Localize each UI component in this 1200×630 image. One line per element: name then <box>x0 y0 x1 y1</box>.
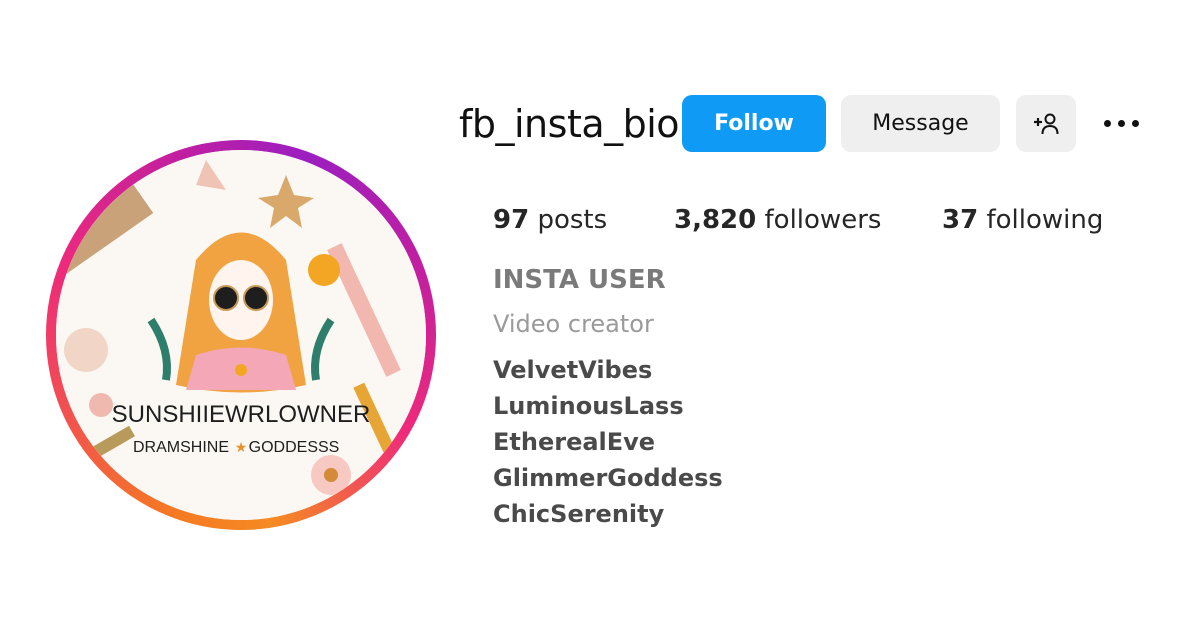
posts-label: posts <box>529 205 608 235</box>
profile-display-name: INSTA USER <box>493 265 666 295</box>
avatar-subtitle-left: DRAMSHINE <box>133 439 229 456</box>
bead-prop <box>89 393 113 417</box>
followers-label: followers <box>756 205 882 235</box>
more-horizontal-icon <box>1100 120 1142 127</box>
message-button[interactable]: Message <box>841 95 1000 152</box>
avatar-illustration: SUNSHIIEWRLOWNER DRAMSHINE ★ GODDESSS <box>56 150 426 520</box>
profile-picture[interactable]: SUNSHIIEWRLOWNER DRAMSHINE ★ GODDESSS <box>56 150 426 520</box>
profile-category: Video creator <box>493 310 654 338</box>
profile-picture-story-ring[interactable]: SUNSHIIEWRLOWNER DRAMSHINE ★ GODDESSS <box>46 140 436 530</box>
followers-count: 3,820 <box>674 205 757 235</box>
avatar-subtitle-star: ★ <box>235 440 248 456</box>
sunglasses <box>213 285 239 311</box>
avatar-subtitle-right: GODDESSS <box>249 439 340 456</box>
bio-line: EtherealEve <box>493 428 656 456</box>
sun-drawing <box>308 254 340 286</box>
follow-button[interactable]: Follow <box>682 95 826 152</box>
profile-stats: 97 posts 3,820 followers 37 following <box>493 205 1103 235</box>
bio-line: VelvetVibes <box>493 356 653 384</box>
followers-stat[interactable]: 3,820 followers <box>674 205 942 235</box>
bead-prop <box>64 328 108 372</box>
profile-username: fb_insta_bio <box>459 102 680 146</box>
following-label: following <box>978 205 1104 235</box>
bio-line: GlimmerGoddess <box>493 464 723 492</box>
bio-line: LuminousLass <box>493 392 684 420</box>
avatar-title: SUNSHIIEWRLOWNER <box>112 401 371 428</box>
bio-line: ChicSerenity <box>493 500 665 528</box>
suggest-user-button[interactable] <box>1016 95 1076 152</box>
posts-stat[interactable]: 97 posts <box>493 205 674 235</box>
person-add-icon <box>1034 113 1059 134</box>
posts-count: 97 <box>493 205 530 235</box>
following-count: 37 <box>942 205 979 235</box>
profile-bio: VelvetVibes LuminousLass EtherealEve Gli… <box>493 352 723 532</box>
following-stat[interactable]: 37 following <box>942 205 1103 235</box>
more-options-button[interactable] <box>1095 95 1147 152</box>
